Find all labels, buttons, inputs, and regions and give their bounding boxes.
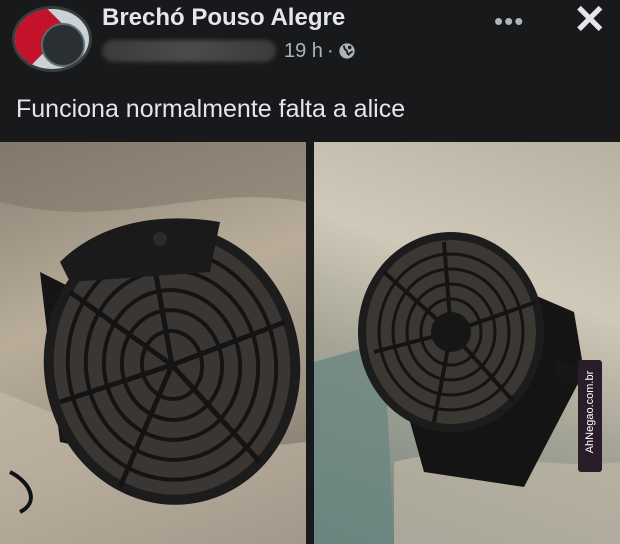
more-options-icon[interactable]: ••• — [494, 6, 524, 37]
blurred-author — [102, 40, 276, 62]
avatar-image — [41, 23, 85, 67]
post-meta: 19 h · — [102, 38, 356, 64]
photo-left[interactable] — [0, 142, 306, 544]
post-time[interactable]: 19 h — [284, 40, 323, 63]
post-caption: Funciona normalmente falta a alice — [16, 95, 406, 123]
page-avatar[interactable] — [12, 6, 92, 72]
photo-gap — [306, 142, 314, 544]
post-header: Brechó Pouso Alegre 19 h · ••• ✕ — [0, 0, 620, 80]
page-name[interactable]: Brechó Pouso Alegre — [102, 4, 345, 32]
globe-icon — [338, 43, 355, 59]
photo-grid: AhNegao.com.br — [0, 142, 620, 544]
close-icon[interactable]: ✕ — [573, 0, 607, 40]
photo-right[interactable] — [314, 142, 620, 544]
watermark: AhNegao.com.br — [578, 360, 602, 472]
meta-separator: · — [326, 39, 334, 62]
watermark-text: AhNegao.com.br — [584, 370, 596, 454]
fan-right-image — [314, 232, 620, 544]
fan-left-image — [0, 142, 306, 544]
